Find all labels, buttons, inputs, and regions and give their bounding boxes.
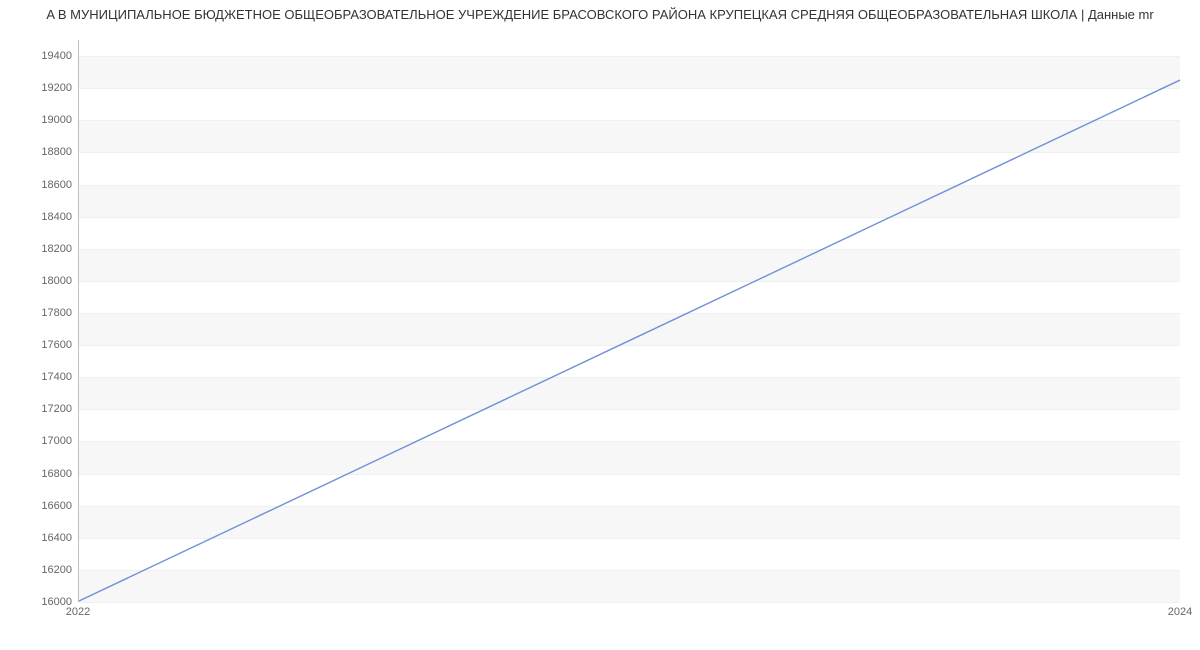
x-tick-label: 2022 [66, 606, 90, 618]
y-tick-label: 16400 [12, 532, 72, 544]
y-tick-label: 18800 [12, 146, 72, 158]
grid-line [79, 602, 1180, 603]
y-tick-label: 18400 [12, 211, 72, 223]
y-tick-label: 18600 [12, 179, 72, 191]
plot-area [78, 40, 1180, 602]
line-series [79, 40, 1180, 601]
y-tick-label: 16800 [12, 468, 72, 480]
y-tick-label: 17400 [12, 371, 72, 383]
y-tick-label: 19200 [12, 82, 72, 94]
y-tick-label: 16000 [12, 596, 72, 608]
y-tick-label: 16200 [12, 564, 72, 576]
y-tick-label: 17200 [12, 403, 72, 415]
y-tick-label: 18200 [12, 243, 72, 255]
y-tick-label: 17800 [12, 307, 72, 319]
y-tick-label: 16600 [12, 500, 72, 512]
y-tick-label: 17600 [12, 339, 72, 351]
y-tick-label: 17000 [12, 435, 72, 447]
chart-container: A В МУНИЦИПАЛЬНОЕ БЮДЖЕТНОЕ ОБЩЕОБРАЗОВА… [0, 0, 1200, 650]
x-tick-label: 2024 [1168, 606, 1192, 618]
chart-title: A В МУНИЦИПАЛЬНОЕ БЮДЖЕТНОЕ ОБЩЕОБРАЗОВА… [0, 0, 1200, 30]
y-tick-label: 19000 [12, 114, 72, 126]
y-tick-label: 19400 [12, 50, 72, 62]
y-tick-label: 18000 [12, 275, 72, 287]
